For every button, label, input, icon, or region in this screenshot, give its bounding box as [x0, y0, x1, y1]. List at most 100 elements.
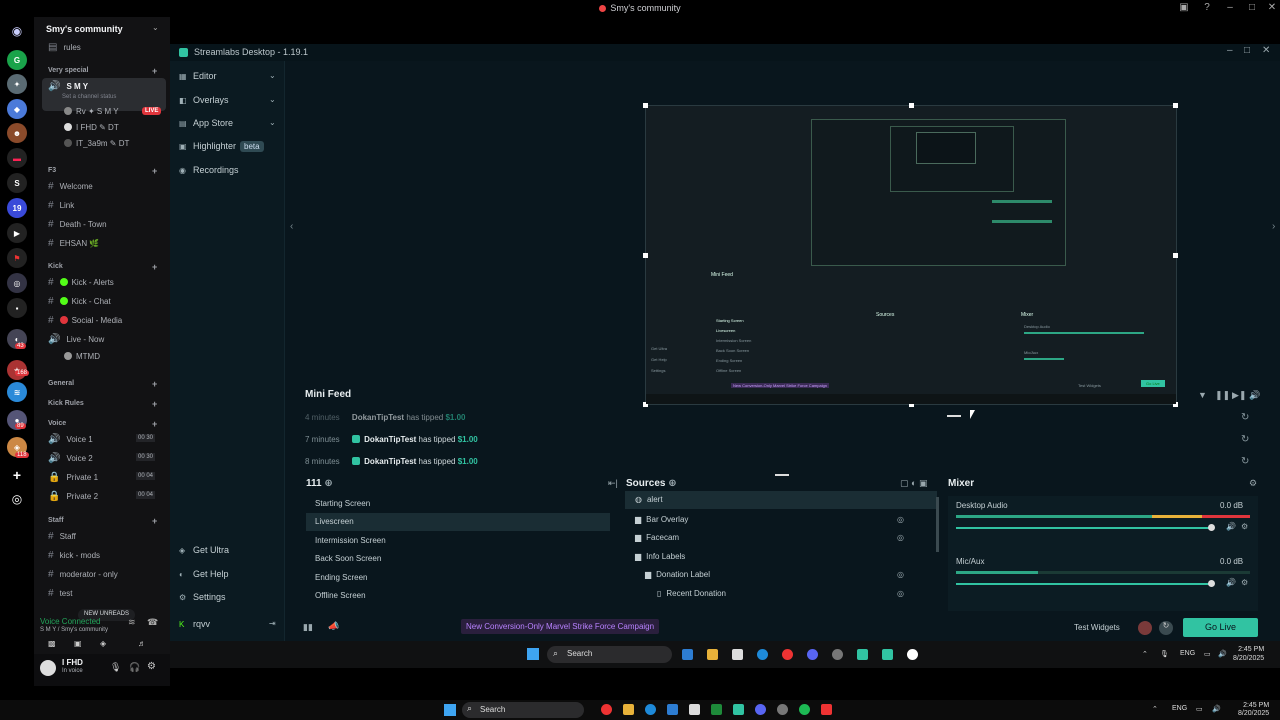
steam-icon[interactable]	[832, 649, 843, 660]
channel-test[interactable]: # test	[48, 588, 72, 599]
channel-rules[interactable]: ▤ rules	[48, 42, 81, 53]
volume-slider[interactable]	[956, 527, 1211, 529]
source-actions-icon[interactable]: ▢ ◐ ▣	[900, 478, 927, 489]
filter-icon[interactable]: ▼	[1198, 390, 1207, 400]
voice-channel-1[interactable]: 🔊 Voice 1 00 30	[48, 434, 156, 445]
discord-icon[interactable]	[755, 704, 766, 715]
camera-icon[interactable]: ▩	[48, 639, 56, 648]
test-widgets-button[interactable]: Test Widgets	[1074, 623, 1120, 632]
steam-icon[interactable]	[777, 704, 788, 715]
add-server-icon[interactable]: +	[7, 465, 27, 485]
resize-handle[interactable]	[643, 253, 648, 258]
scene-transition-icon[interactable]: ⇤|	[608, 478, 618, 489]
source-item[interactable]: ▆ Info Labels	[625, 552, 937, 561]
screen-share-icon[interactable]: ▣	[74, 639, 82, 648]
nav-app-store[interactable]: ▤ App Store ⌄	[179, 118, 276, 128]
close-button[interactable]: ✕	[1262, 45, 1270, 56]
mic-icon[interactable]: 🎙	[1160, 650, 1169, 658]
mic-icon[interactable]: 🎙	[110, 662, 121, 673]
maximize-button[interactable]: □	[1241, 2, 1263, 13]
app-icon[interactable]	[821, 704, 832, 715]
edge-icon[interactable]	[757, 649, 768, 660]
spotify-icon[interactable]	[799, 704, 810, 715]
category-general[interactable]: General +	[48, 379, 157, 389]
avatar[interactable]	[40, 660, 56, 676]
volume-icon[interactable]: 🔊	[1249, 390, 1260, 401]
source-item[interactable]: ▆ Facecam ◎	[625, 533, 937, 542]
nav-user[interactable]: Krqvv ⇥	[179, 619, 276, 629]
repeat-alert-icon[interactable]: ↻	[1241, 434, 1249, 445]
maximize-button[interactable]: □	[1244, 45, 1250, 56]
repeat-alert-icon[interactable]: ↻	[1241, 456, 1249, 467]
minimize-button[interactable]: –	[1219, 2, 1241, 13]
scene-item[interactable]: Offline Screen	[306, 587, 610, 605]
taskbar-clock[interactable]: 2:45 PM 8/20/2025	[1238, 702, 1269, 718]
channel-link[interactable]: # Link	[48, 200, 74, 211]
feed-row[interactable]: 4 minutes DokanTipTest has tipped $1.00	[305, 413, 466, 422]
gear-icon[interactable]: ⚙	[1249, 478, 1257, 489]
taskbar-search[interactable]: ⌕ Search	[462, 702, 584, 718]
app-icon[interactable]	[907, 649, 918, 660]
streamlabs-icon[interactable]	[882, 649, 893, 660]
close-button[interactable]: ✕	[1261, 2, 1280, 13]
collapse-left-icon[interactable]: ‹	[290, 221, 293, 232]
windows-start-icon[interactable]	[527, 648, 539, 660]
discord-home-icon[interactable]: ◉	[7, 21, 27, 41]
server-icon[interactable]: ▶	[7, 223, 27, 243]
volume-slider-handle[interactable]	[1208, 580, 1215, 587]
record-button[interactable]	[1138, 621, 1152, 635]
add-channel-icon[interactable]: +	[152, 419, 157, 429]
server-icon[interactable]: ≋	[7, 382, 27, 402]
voice-location[interactable]: S M Y / Smy's community	[40, 627, 108, 633]
voice-member[interactable]: Rv ✦ S M Y	[64, 107, 119, 116]
help-icon[interactable]: ?	[1196, 2, 1218, 13]
resize-handle[interactable]	[643, 103, 648, 108]
nav-highlighter[interactable]: ▣ Highlighter beta	[179, 141, 264, 152]
file-explorer-icon[interactable]	[623, 704, 634, 715]
streamlabs-icon[interactable]	[733, 704, 744, 715]
category-very-special[interactable]: Very special +	[48, 66, 157, 76]
sources-title[interactable]: Sources ⊕	[626, 478, 677, 489]
channel-welcome[interactable]: # Welcome	[48, 181, 93, 192]
logout-icon[interactable]: ⇥	[269, 619, 276, 628]
preview-source-frame[interactable]: Mini Feed Starting Screen Livescreen Int…	[643, 103, 1178, 407]
server-icon[interactable]: 19	[7, 198, 27, 218]
voice-channel-private-1[interactable]: 🔒 Private 1 00 04	[48, 472, 156, 483]
channel-ehsan[interactable]: # EHSAN 🌿	[48, 238, 99, 249]
resize-handle[interactable]	[1173, 253, 1178, 258]
language-indicator[interactable]: ENG	[1180, 650, 1195, 657]
server-icon[interactable]: ◆	[7, 99, 27, 119]
app-icon[interactable]	[711, 704, 722, 715]
visibility-icon[interactable]: ◎	[897, 533, 904, 542]
app-icon[interactable]	[857, 649, 868, 660]
scene-item[interactable]: Intermission Screen	[306, 532, 610, 550]
edge-icon[interactable]	[645, 704, 656, 715]
source-item[interactable]: ◍ alert	[625, 491, 937, 509]
scrollbar[interactable]	[936, 497, 939, 552]
add-channel-icon[interactable]: +	[152, 399, 157, 409]
nav-recordings[interactable]: ◉ Recordings	[179, 165, 239, 175]
app-icon[interactable]	[601, 704, 612, 715]
server-icon[interactable]: S	[7, 173, 27, 193]
visibility-icon[interactable]: ◎	[897, 515, 904, 524]
minimize-button[interactable]: –	[1227, 45, 1233, 56]
visibility-icon[interactable]: ◎	[897, 589, 904, 598]
add-channel-icon[interactable]: +	[152, 166, 157, 176]
server-icon[interactable]: ⚑	[7, 248, 27, 268]
feed-row[interactable]: 8 minutes DokanTipTest has tipped $1.00	[305, 457, 478, 466]
discord-icon[interactable]	[807, 649, 818, 660]
gear-icon[interactable]: ⚙	[1241, 578, 1248, 587]
network-icon[interactable]: ▭	[1196, 705, 1203, 713]
server-icon[interactable]: ▬	[7, 148, 27, 168]
add-channel-icon[interactable]: +	[152, 516, 157, 526]
app-icon[interactable]	[689, 704, 700, 715]
server-icon[interactable]: G	[7, 50, 27, 70]
volume-icon[interactable]: 🔊	[1218, 650, 1227, 658]
file-explorer-icon[interactable]	[707, 649, 718, 660]
channel-kick-alerts[interactable]: # Kick - Alerts	[48, 277, 114, 288]
server-icon[interactable]: ☻	[7, 123, 27, 143]
pause-icon[interactable]: ❚❚	[1215, 390, 1230, 401]
activities-icon[interactable]: ◈	[100, 639, 106, 648]
source-item[interactable]: ▯ Recent Donation ◎	[625, 589, 937, 598]
chevron-up-icon[interactable]: ⌃	[1152, 705, 1158, 713]
